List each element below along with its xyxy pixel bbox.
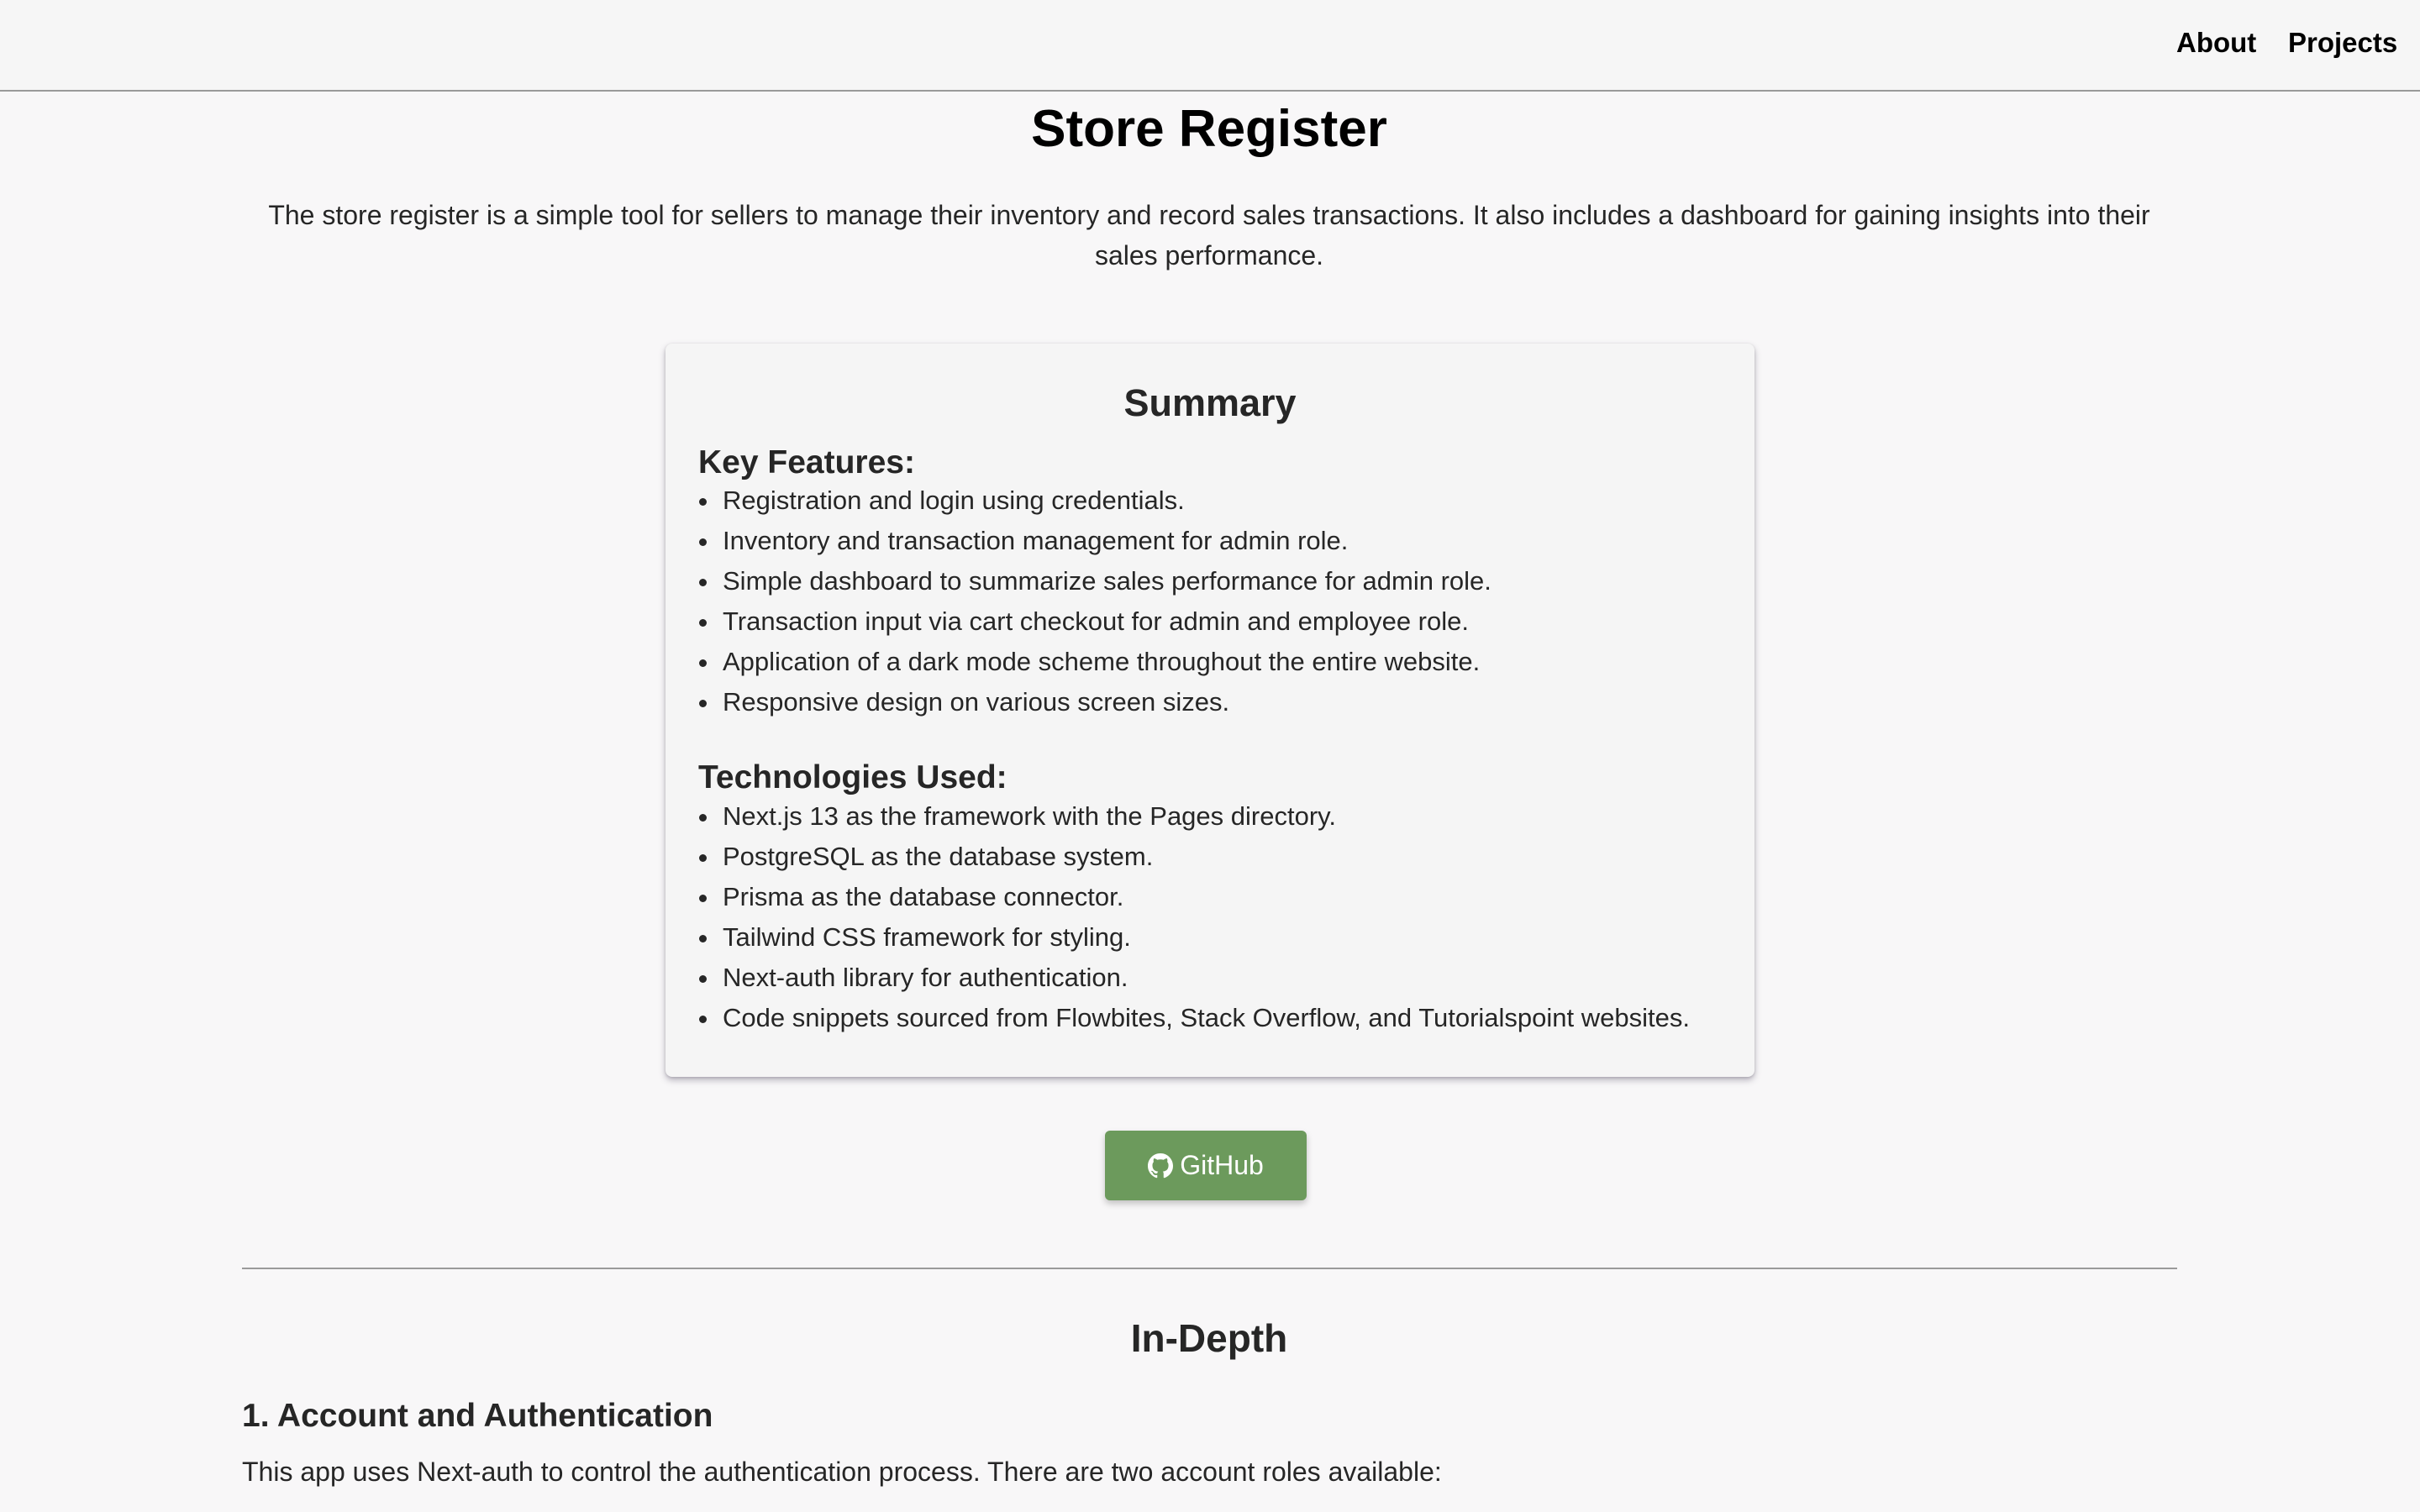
list-item: Next-auth library for authentication. xyxy=(698,958,1690,998)
list-item: Code snippets sourced from Flowbites, St… xyxy=(698,998,1690,1038)
github-button[interactable]: GitHub xyxy=(1105,1131,1307,1200)
account-auth-heading: 1. Account and Authentication xyxy=(242,1398,713,1434)
project-intro: The store register is a simple tool for … xyxy=(268,200,2150,270)
github-button-label: GitHub xyxy=(1180,1150,1264,1180)
list-item: Application of a dark mode scheme throug… xyxy=(698,642,1491,682)
list-item: Next.js 13 as the framework with the Pag… xyxy=(698,796,1690,837)
key-features-heading: Key Features: xyxy=(698,444,915,480)
technologies-heading: Technologies Used: xyxy=(698,759,1007,795)
list-item: Prisma as the database connector. xyxy=(698,877,1690,917)
page-title: Store Register xyxy=(1031,100,1387,158)
list-item: PostgreSQL as the database system. xyxy=(698,837,1690,877)
list-item: Inventory and transaction management for… xyxy=(698,521,1491,561)
nav-link-about[interactable]: About xyxy=(2176,27,2256,59)
technologies-list: Next.js 13 as the framework with the Pag… xyxy=(698,796,1690,1038)
list-item: Responsive design on various screen size… xyxy=(698,682,1491,722)
summary-title: Summary xyxy=(1123,381,1297,424)
list-item: Tailwind CSS framework for styling. xyxy=(698,917,1690,958)
section-divider xyxy=(242,1268,2177,1269)
in-depth-title: In-Depth xyxy=(1130,1316,1288,1360)
top-navbar: About Projects xyxy=(0,0,2420,92)
list-item: Transaction input via cart checkout for … xyxy=(698,601,1491,642)
key-features-list: Registration and login using credentials… xyxy=(698,480,1491,722)
account-auth-text: This app uses Next-auth to control the a… xyxy=(242,1457,1442,1487)
list-item: Registration and login using credentials… xyxy=(698,480,1491,521)
summary-card: Summary Key Features: Registration and l… xyxy=(666,344,1754,1077)
list-item: Simple dashboard to summarize sales perf… xyxy=(698,561,1491,601)
github-icon xyxy=(1148,1152,1174,1178)
nav-link-projects[interactable]: Projects xyxy=(2288,27,2397,59)
